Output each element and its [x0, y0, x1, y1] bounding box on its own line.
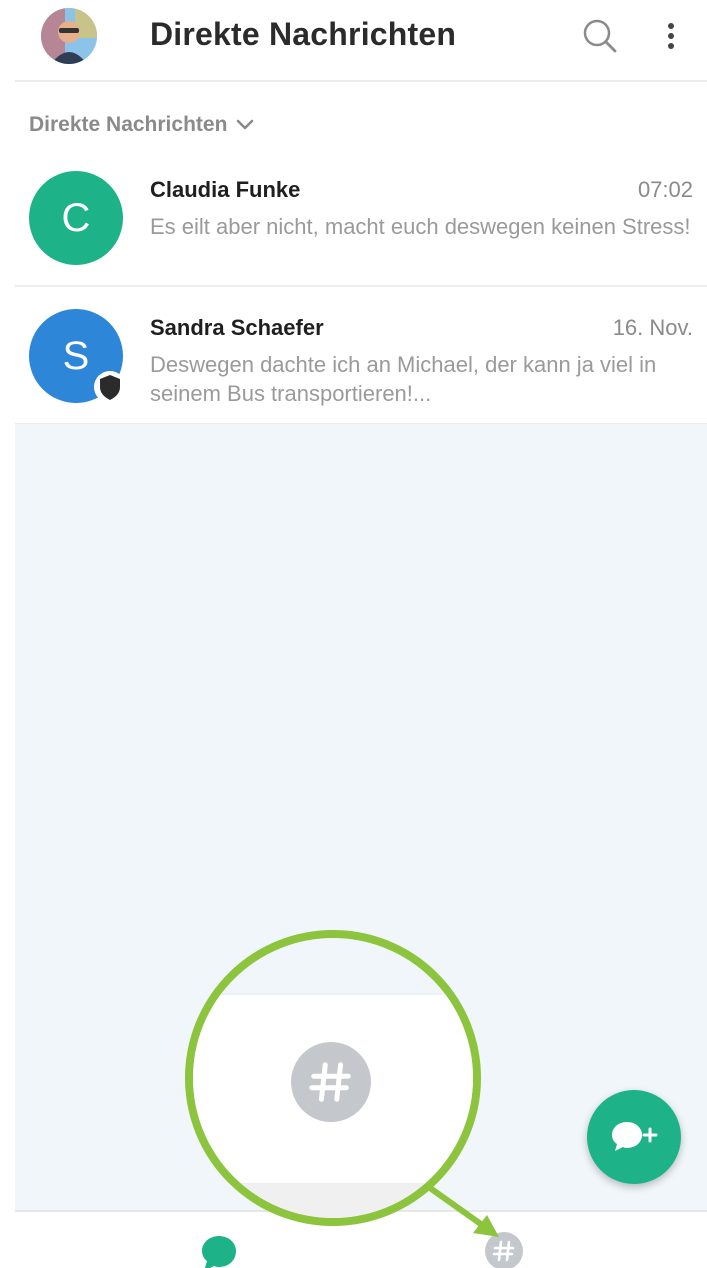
chat-preview: Deswegen dachte ich an Michael, der kann… — [150, 352, 657, 406]
shield-icon — [94, 371, 126, 403]
shield-badge — [93, 370, 127, 404]
search-icon — [583, 19, 617, 53]
chat-timestamp: 16. Nov. — [612, 315, 693, 340]
avatar: C — [29, 171, 123, 265]
user-avatar[interactable] — [41, 8, 97, 64]
user-avatar-photo — [41, 8, 97, 64]
new-chat-icon — [612, 1122, 658, 1151]
nav-tab-chats[interactable] — [199, 1234, 239, 1268]
chat-list-item[interactable]: S Sandra Schaefer 16. Nov. Deswegen dach… — [15, 288, 707, 425]
app-header: Direkte Nachrichten — [15, 0, 707, 82]
page-title: Direkte Nachrichten — [150, 16, 457, 52]
chevron-down-icon — [237, 119, 254, 130]
avatar-initial: C — [61, 195, 91, 240]
chat-timestamp: 07:02 — [637, 177, 693, 202]
chat-name: Claudia Funke — [150, 177, 301, 202]
avatar-initial: S — [62, 333, 90, 378]
section-label: Direkte Nachrichten — [29, 113, 228, 136]
search-button[interactable] — [578, 14, 622, 58]
chat-list-item[interactable]: C Claudia Funke 07:02 Es eilt aber nicht… — [15, 150, 707, 287]
zoom-channels-tab — [291, 1042, 371, 1122]
section-header-direct-messages[interactable]: Direkte Nachrichten — [29, 110, 255, 140]
chat-preview: Es eilt aber nicht, macht euch deswegen … — [150, 214, 691, 239]
chat-name: Sandra Schaefer — [150, 315, 324, 340]
more-vertical-icon — [668, 23, 674, 49]
hashtag-icon — [309, 1062, 351, 1102]
new-chat-button[interactable] — [587, 1090, 681, 1184]
overflow-menu-button[interactable] — [649, 14, 693, 58]
app-screen: Direkte Nachrichten Direkte Nachrichten … — [15, 0, 707, 1268]
zoom-callout — [185, 930, 481, 1226]
chat-bubble-icon — [202, 1236, 236, 1268]
